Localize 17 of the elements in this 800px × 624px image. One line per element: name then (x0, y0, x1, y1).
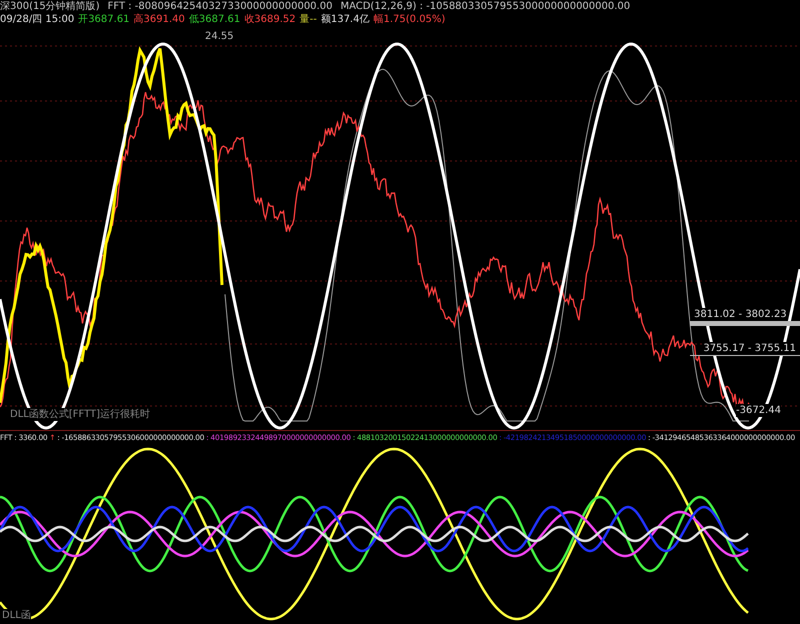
quote-text: 低3687.61 (188, 13, 240, 26)
header-text: 深300(15分钟精简版) (0, 0, 100, 13)
notice-text: DLL函数公式[FFTT]运行很耗时 (10, 408, 150, 421)
quote-text: 09/28/四 15:00 (0, 13, 74, 26)
header-text: FFT : -8080964254032733000000000000.00 (108, 0, 332, 13)
quote-text: 量-- (300, 13, 317, 26)
quote-text: 幅1.75(0.05%) (373, 13, 446, 26)
footer-text: DLL函 (2, 609, 31, 622)
quote-text: 开3687.61 (78, 13, 130, 26)
quote-text: 收3689.52 (244, 13, 296, 26)
high-price-label: 24.55 (205, 30, 234, 43)
price-range-label: 3811.02 - 3802.23 (690, 308, 787, 321)
quote-text: 额137.4亿 (320, 13, 370, 26)
header-text: MACD(12,26,9) : -10588033057955300000000000000.00 (340, 0, 630, 13)
quote-text: 高3691.40 (134, 13, 185, 26)
price-range-label: 3755.17 - 3755.11 (703, 342, 800, 355)
low-price-label: -3672.44 (736, 404, 781, 417)
